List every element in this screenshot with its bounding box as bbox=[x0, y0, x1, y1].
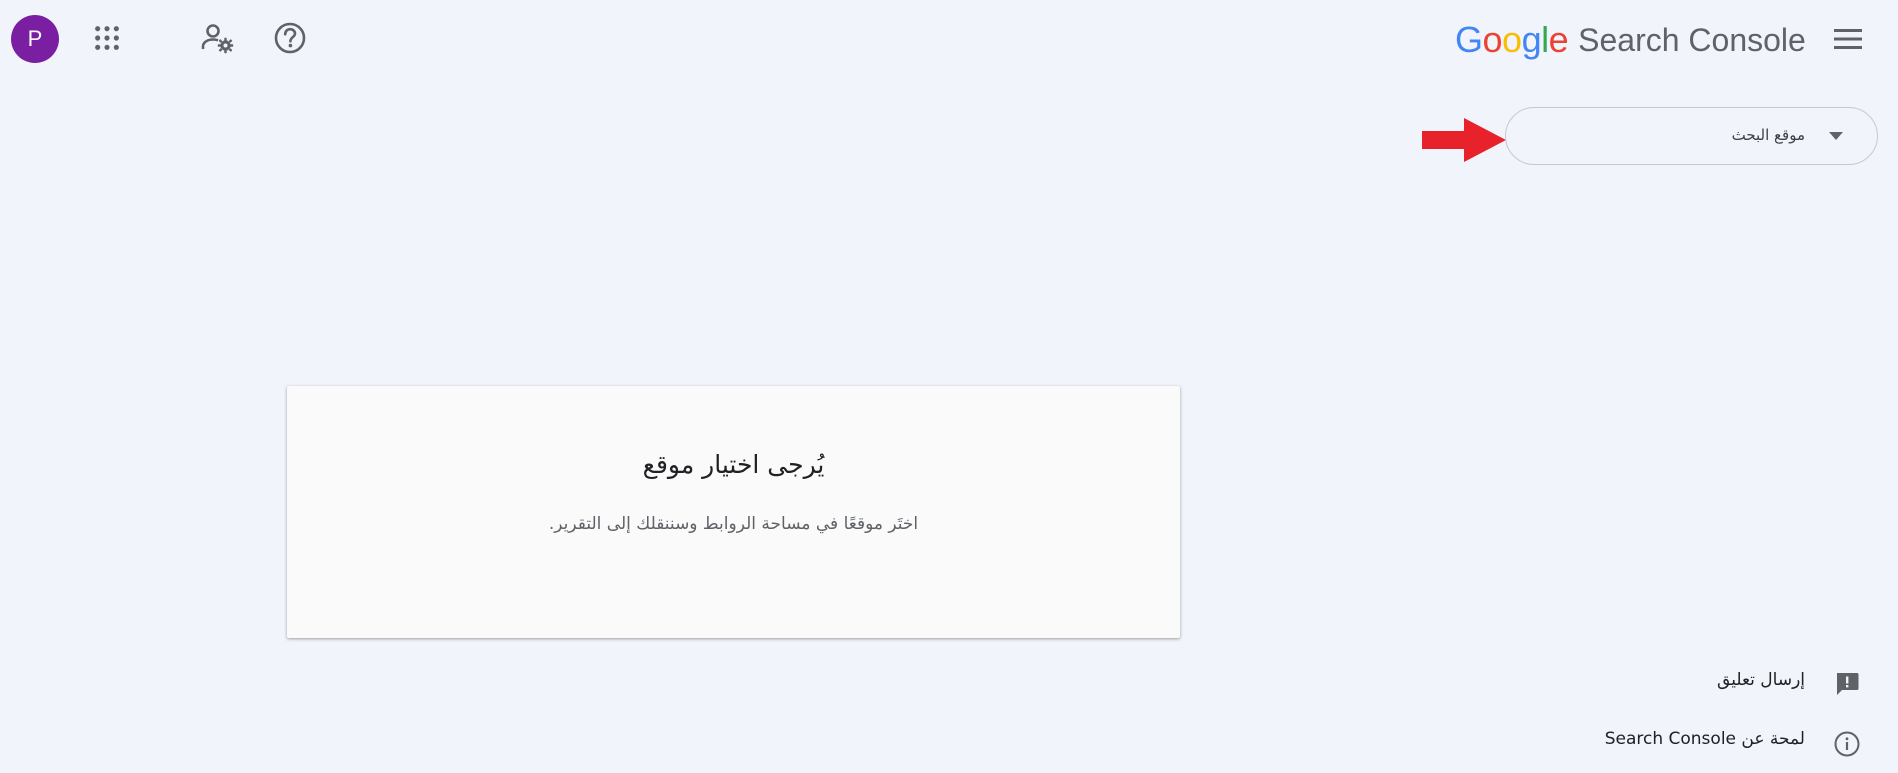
google-apps-button[interactable] bbox=[85, 16, 129, 60]
account-avatar[interactable]: P bbox=[11, 15, 59, 63]
info-icon bbox=[1834, 731, 1860, 757]
main-menu-button[interactable] bbox=[1826, 17, 1870, 61]
property-search-selector[interactable]: موقع البحث bbox=[1505, 107, 1878, 165]
card-description: اختَر موقعًا في مساحة الروابط وسننقلك إل… bbox=[548, 514, 919, 534]
feedback-icon bbox=[1837, 673, 1859, 695]
search-console-page: P Google Search Console موقع البحث يُرجى… bbox=[0, 0, 1898, 773]
about-search-console-link[interactable]: لمحة عن Search Console bbox=[1605, 729, 1805, 749]
select-property-card: يُرجى اختيار موقع اختَر موقعًا في مساحة … bbox=[287, 386, 1180, 638]
about-icon-button[interactable] bbox=[1830, 727, 1864, 761]
product-name: Search Console bbox=[1578, 21, 1806, 58]
dropdown-caret-icon bbox=[1829, 132, 1843, 140]
send-feedback-link[interactable]: إرسال تعليق bbox=[1717, 670, 1805, 690]
annotation-arrow-icon bbox=[1422, 118, 1506, 162]
feedback-icon-button[interactable] bbox=[1830, 667, 1864, 701]
hamburger-menu-icon bbox=[1834, 29, 1862, 49]
google-wordmark: Google bbox=[1455, 19, 1569, 60]
send-feedback-label: إرسال تعليق bbox=[1717, 670, 1805, 690]
property-search-label: موقع البحث bbox=[1731, 126, 1805, 144]
manage-accounts-icon bbox=[201, 24, 234, 54]
product-logo[interactable]: Google Search Console bbox=[1455, 18, 1806, 62]
about-search-console-label: لمحة عن Search Console bbox=[1604, 729, 1805, 749]
help-button[interactable] bbox=[268, 16, 312, 60]
help-icon bbox=[274, 22, 306, 54]
apps-grid-icon bbox=[95, 26, 119, 50]
manage-accounts-button[interactable] bbox=[195, 16, 239, 60]
card-title: يُرجى اختيار موقع bbox=[642, 450, 825, 479]
